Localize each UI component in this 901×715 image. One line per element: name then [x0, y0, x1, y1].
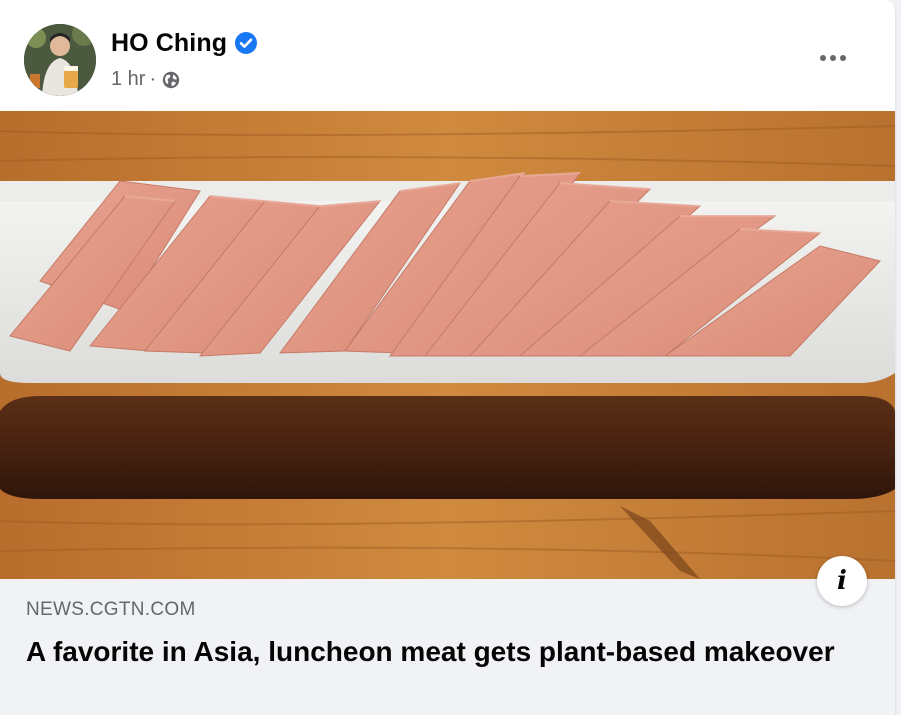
link-preview[interactable]: NEWS.CGTN.COM A favorite in Asia, lunche…	[0, 579, 895, 715]
post-timestamp[interactable]: 1 hr	[111, 68, 145, 91]
globe-icon[interactable]	[162, 71, 180, 89]
info-button[interactable]: i	[817, 556, 867, 606]
link-headline[interactable]: A favorite in Asia, luncheon meat gets p…	[26, 635, 846, 669]
post-meta: 1 hr ·	[111, 68, 180, 91]
more-options-button[interactable]	[815, 40, 851, 76]
author-name[interactable]: HO Ching	[111, 29, 227, 58]
post-card: HO Ching 1 hr · NEWS.CGTN.COM A favorite…	[0, 0, 895, 715]
post-image[interactable]	[0, 111, 895, 579]
info-icon: i	[837, 566, 847, 596]
meta-separator: ·	[149, 68, 157, 90]
link-domain: NEWS.CGTN.COM	[26, 599, 196, 620]
verified-badge-icon	[235, 32, 258, 54]
post-header: HO Ching 1 hr ·	[0, 0, 895, 111]
author-row: HO Ching	[111, 26, 258, 60]
more-options-icon	[820, 55, 826, 61]
avatar[interactable]	[24, 24, 96, 96]
